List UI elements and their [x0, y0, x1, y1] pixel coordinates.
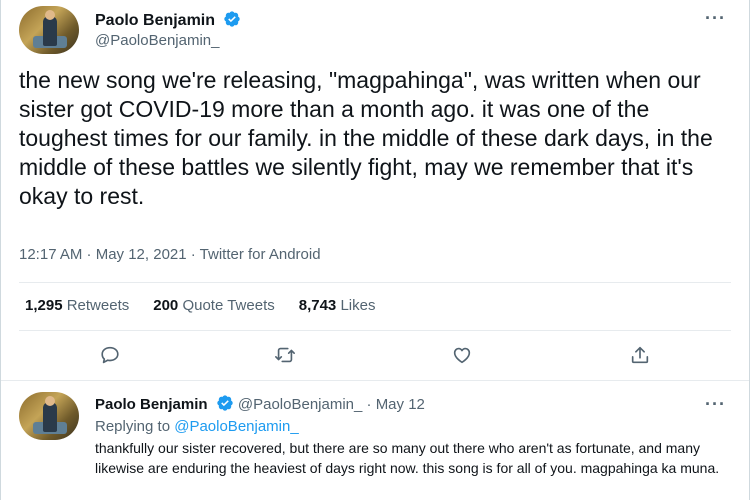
more-options-icon[interactable]: ··· — [705, 8, 726, 29]
author-avatar[interactable] — [19, 6, 79, 54]
retweets-count: 1,295 — [25, 297, 63, 314]
reply-author-handle[interactable]: @PaoloBenjamin_ — [238, 396, 362, 413]
retweet-icon — [275, 347, 295, 363]
divider — [19, 282, 731, 283]
avatar-figure-shape — [43, 16, 57, 46]
verified-badge-icon — [217, 395, 233, 411]
like-icon — [453, 347, 471, 364]
tweet-thread: Paolo Benjamin @PaoloBenjamin_ ··· the n… — [0, 0, 750, 500]
reply-more-options-icon[interactable]: ··· — [705, 394, 726, 415]
reply-icon — [101, 346, 119, 364]
avatar-head-shape — [45, 396, 55, 406]
share-button[interactable] — [625, 340, 655, 370]
like-button[interactable] — [447, 340, 477, 370]
tweet-timestamp[interactable]: 12:17 AM · May 12, 2021 · Twitter for An… — [19, 246, 321, 263]
retweet-button[interactable] — [270, 340, 300, 370]
share-icon — [631, 346, 649, 364]
quote-tweets-label: Quote Tweets — [182, 297, 275, 314]
reply-text: thankfully our sister recovered, but the… — [95, 440, 720, 476]
tweet-text: the new song we're releasing, "magpahing… — [19, 67, 713, 209]
likes-stat[interactable]: 8,743 Likes — [299, 297, 376, 314]
tweet-actions — [1, 340, 750, 370]
reply-date[interactable]: May 12 — [376, 396, 425, 413]
likes-label: Likes — [340, 297, 376, 314]
quote-tweets-count: 200 — [153, 297, 179, 314]
tweet-stats: 1,295 Retweets 200 Quote Tweets 8,743 Li… — [25, 297, 375, 314]
divider — [19, 330, 731, 331]
reply-author-name[interactable]: Paolo Benjamin — [95, 396, 208, 413]
verified-badge-icon — [224, 11, 241, 27]
author-name[interactable]: Paolo Benjamin — [95, 12, 215, 29]
retweets-label: Retweets — [66, 297, 130, 314]
retweets-stat[interactable]: 1,295 Retweets — [25, 297, 129, 314]
quote-tweets-stat[interactable]: 200 Quote Tweets — [153, 297, 274, 314]
reply-button[interactable] — [95, 340, 125, 370]
dot-separator: · — [366, 396, 376, 413]
reply-author-avatar[interactable] — [19, 392, 79, 440]
reply-header: Paolo Benjamin @PaoloBenjamin_ · May 12 — [95, 394, 425, 413]
replying-to-prefix: Replying to — [95, 418, 171, 435]
replying-to-link[interactable]: @PaoloBenjamin_ — [174, 418, 298, 435]
likes-count: 8,743 — [298, 297, 337, 314]
avatar-figure-shape — [43, 402, 57, 432]
replying-to-line: Replying to @PaoloBenjamin_ — [95, 418, 299, 435]
author-name-row[interactable]: Paolo Benjamin — [95, 10, 241, 30]
avatar-head-shape — [45, 10, 55, 20]
author-handle[interactable]: @PaoloBenjamin_ — [95, 32, 219, 49]
divider — [1, 380, 749, 381]
